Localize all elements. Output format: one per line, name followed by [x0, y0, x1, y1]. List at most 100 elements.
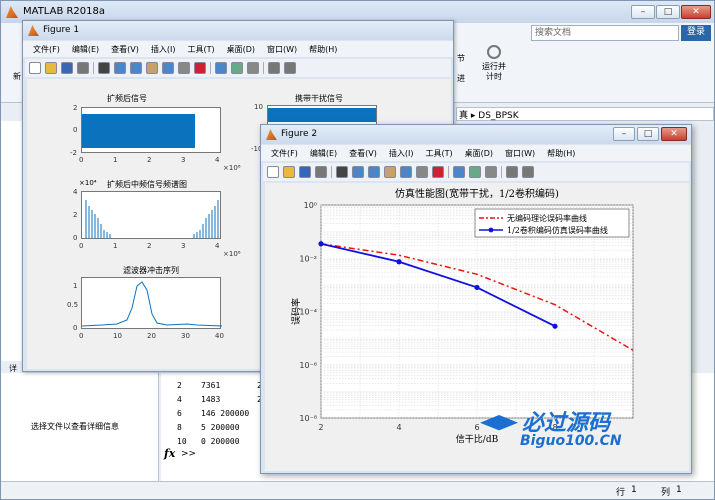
figure2-canvas: 2 4 6 8 10⁰ 10⁻² 10⁻⁴ 10⁻⁶ 10⁻⁸ 仿真性能图(宽带干扰，1/2卷积编… — [265, 183, 689, 471]
colorbar-icon[interactable] — [469, 166, 481, 178]
rotate-icon[interactable] — [400, 166, 412, 178]
pan-icon[interactable] — [146, 62, 158, 74]
menu-item[interactable]: 帮助(H) — [547, 148, 575, 159]
menu-item[interactable]: 窗口(W) — [505, 148, 535, 159]
new-button-label[interactable]: 新 — [13, 71, 21, 82]
hide-tools-icon[interactable] — [506, 166, 518, 178]
link-plot-icon[interactable] — [453, 166, 465, 178]
close-button[interactable]: ✕ — [681, 5, 711, 19]
dock-icon[interactable] — [284, 62, 296, 74]
menu-item[interactable]: 文件(F) — [33, 44, 60, 55]
ytick: 0.5 — [67, 301, 79, 309]
command-output-cell: 1483 — [201, 395, 221, 404]
open-icon[interactable] — [283, 166, 295, 178]
pan-icon[interactable] — [384, 166, 396, 178]
figure2-maximize-button[interactable]: □ — [637, 127, 659, 141]
menu-item[interactable]: 桌面(D) — [227, 44, 255, 55]
plot3-title: 扩频后中频信号频谱图 — [107, 180, 187, 189]
colorbar-icon[interactable] — [231, 62, 243, 74]
link-plot-icon[interactable] — [215, 62, 227, 74]
ytick: 2 — [73, 104, 78, 112]
status-col-value: 1 — [676, 485, 682, 495]
breadcrumb[interactable]: DS_BPSK — [478, 111, 518, 121]
series-point — [396, 259, 402, 265]
series-point — [318, 241, 324, 247]
print-icon[interactable] — [77, 62, 89, 74]
graduation-cap-icon — [480, 415, 518, 431]
toolbar-separator — [93, 62, 94, 74]
details-text: 选择文件以查看详细信息 — [31, 422, 119, 431]
menu-item[interactable]: 窗口(W) — [267, 44, 297, 55]
rotate-icon[interactable] — [162, 62, 174, 74]
legend-icon[interactable] — [247, 62, 259, 74]
open-icon[interactable] — [45, 62, 57, 74]
toolbar-separator — [210, 62, 211, 74]
plot1-title: 扩频后信号 — [107, 94, 147, 103]
menu-item[interactable]: 工具(T) — [425, 148, 452, 159]
xtick: 1 — [113, 156, 118, 164]
ytick: 0 — [73, 234, 78, 242]
datacursor-icon[interactable] — [416, 166, 428, 178]
menu-item[interactable]: 插入(I) — [389, 148, 414, 159]
new-file-icon[interactable] — [29, 62, 41, 74]
xtick: 0 — [79, 156, 84, 164]
watermark-url: Biguo100.CN — [520, 433, 622, 449]
dock-icon[interactable] — [522, 166, 534, 178]
search-placeholder: 搜索文档 — [535, 28, 572, 38]
print-icon[interactable] — [315, 166, 327, 178]
search-box[interactable]: 搜索文档 — [531, 25, 679, 41]
xtick: 30 — [181, 332, 190, 340]
datacursor-icon[interactable] — [178, 62, 190, 74]
menu-item[interactable]: 桌面(D) — [465, 148, 493, 159]
zoom-out-icon[interactable] — [368, 166, 380, 178]
figure2-minimize-button[interactable]: – — [613, 127, 635, 141]
plot1-signal-band — [82, 114, 196, 148]
pointer-icon[interactable] — [98, 62, 110, 74]
menu-item[interactable]: 文件(F) — [271, 148, 298, 159]
save-icon[interactable] — [299, 166, 311, 178]
zoom-out-icon[interactable] — [130, 62, 142, 74]
xtick: 10 — [113, 332, 122, 340]
minimize-button[interactable]: – — [631, 5, 655, 19]
menu-item[interactable]: 帮助(H) — [309, 44, 337, 55]
ytick-label: 10⁻⁴ — [299, 308, 317, 317]
brush-icon[interactable] — [194, 62, 206, 74]
menu-item[interactable]: 编辑(E) — [310, 148, 337, 159]
brush-icon[interactable] — [432, 166, 444, 178]
figure2-titlebar: Figure 2 – □ ✕ — [261, 125, 691, 144]
legend-entry: 1/2卷积编码仿真误码率曲线 — [507, 225, 608, 235]
zoom-in-icon[interactable] — [114, 62, 126, 74]
pointer-icon[interactable] — [336, 166, 348, 178]
save-icon[interactable] — [61, 62, 73, 74]
xtick-label: 4 — [396, 423, 401, 432]
ribbon-run-label: 进 — [457, 74, 465, 83]
menu-item[interactable]: 编辑(E) — [72, 44, 99, 55]
xtick: 20 — [147, 332, 156, 340]
xtick: 1 — [113, 242, 118, 250]
fx-icon[interactable]: fx — [164, 447, 175, 460]
toolbar-separator — [263, 62, 264, 74]
login-button[interactable]: 登录 — [681, 25, 711, 41]
ytick: 1 — [73, 282, 78, 290]
menu-item[interactable]: 查看(V) — [111, 44, 139, 55]
xtick-label: 6 — [474, 423, 479, 432]
figure2-close-button[interactable]: ✕ — [661, 127, 687, 141]
new-file-icon[interactable] — [267, 166, 279, 178]
run-timer-button[interactable]: 运行并 计时 — [479, 45, 509, 90]
plot2-axes — [267, 105, 377, 125]
zoom-in-icon[interactable] — [352, 166, 364, 178]
menu-item[interactable]: 查看(V) — [349, 148, 377, 159]
plot3-spectrum — [85, 200, 219, 238]
plot4-title: 滤波器冲击序列 — [123, 266, 179, 275]
maximize-button[interactable]: □ — [656, 5, 680, 19]
menu-item[interactable]: 工具(T) — [187, 44, 214, 55]
menu-item[interactable]: 插入(I) — [151, 44, 176, 55]
xtick: 4 — [215, 156, 220, 164]
ytick-label: 10⁰ — [304, 201, 317, 210]
series-point — [552, 323, 558, 329]
figure1-menubar: 文件(F) 编辑(E) 查看(V) 插入(I) 工具(T) 桌面(D) 窗口(W) 帮助(H) — [23, 41, 453, 57]
command-output-cell: 8 — [177, 423, 182, 432]
hide-tools-icon[interactable] — [268, 62, 280, 74]
xtick: 0 — [79, 242, 84, 250]
legend-icon[interactable] — [485, 166, 497, 178]
